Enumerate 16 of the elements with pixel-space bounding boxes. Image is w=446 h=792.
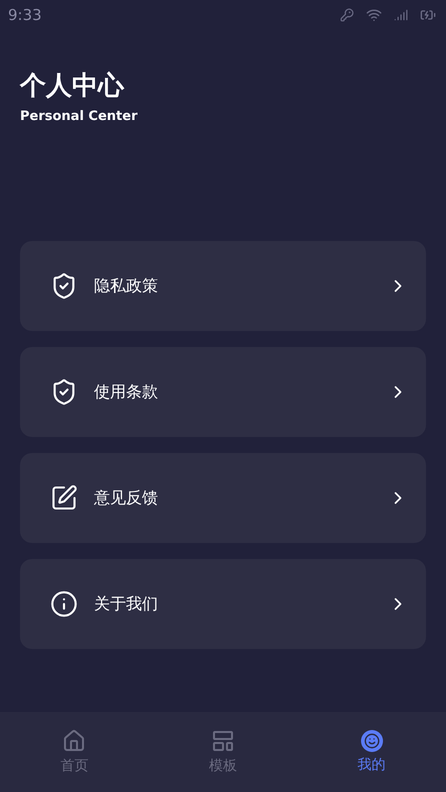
status-time: 9:33 [8, 6, 42, 24]
template-icon [211, 729, 235, 753]
menu-item[interactable]: 隐私政策 [20, 241, 426, 331]
signal-icon [394, 8, 408, 22]
info-icon [50, 590, 78, 618]
home-icon [62, 729, 86, 753]
wifi-icon [366, 7, 382, 23]
menu-item[interactable]: 意见反馈 [20, 453, 426, 543]
menu-item[interactable]: 使用条款 [20, 347, 426, 437]
page-subtitle: Personal Center [20, 109, 138, 124]
page-title: 个人中心 [20, 70, 126, 103]
profile-icon [360, 730, 383, 752]
nav-tab[interactable]: 我的 [297, 730, 446, 774]
key-icon [340, 8, 354, 22]
menu-item[interactable]: 关于我们 [20, 559, 426, 649]
edit-icon [50, 484, 78, 512]
